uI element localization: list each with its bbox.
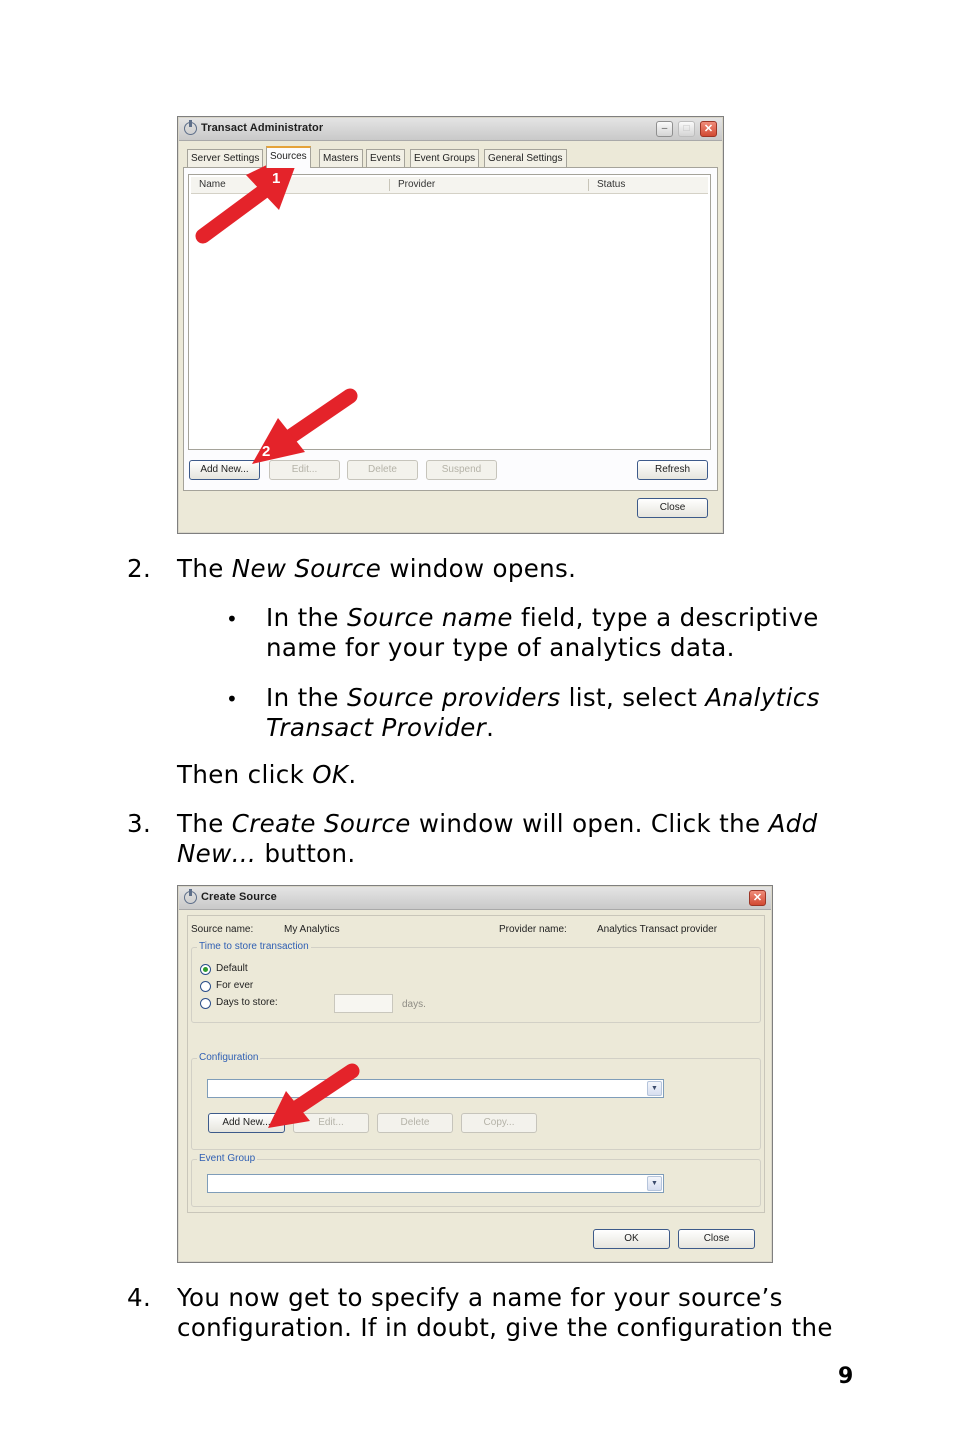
step-number: 2. (127, 554, 152, 583)
chevron-down-icon[interactable]: ▼ (647, 1176, 662, 1191)
maximize-icon[interactable]: □ (678, 121, 695, 137)
bullet-2-line-2: Transact Provider. (266, 713, 495, 742)
minimize-icon[interactable]: – (656, 121, 673, 137)
copy-button[interactable]: Copy... (461, 1113, 537, 1133)
delete-button[interactable]: Delete (347, 460, 418, 480)
then-click-text: Then click OK. (177, 760, 357, 789)
step-3-line-2: New… button. (177, 839, 356, 868)
refresh-button[interactable]: Refresh (637, 460, 708, 480)
callout-number-2: 2 (262, 443, 271, 460)
radio-default-label: Default (216, 963, 248, 974)
event-group-label: Event Group (197, 1153, 258, 1164)
tab-sources[interactable]: Sources (266, 146, 311, 168)
bullet-icon: • (226, 687, 238, 711)
event-group-select[interactable]: ▼ (207, 1174, 664, 1193)
delete-button[interactable]: Delete (377, 1113, 453, 1133)
column-provider[interactable]: Provider (398, 179, 435, 190)
add-new-button[interactable]: Add New... (189, 460, 260, 480)
create-source-window: Create Source ✕ Source name: My Analytic… (177, 885, 773, 1263)
source-name-value: My Analytics (284, 924, 340, 935)
bullet-1-line-2: name for your type of analytics data. (266, 633, 735, 662)
time-to-store-label: Time to store transaction (197, 941, 311, 952)
time-to-store-group: Time to store transaction Default For ev… (191, 941, 761, 1023)
app-icon (184, 120, 197, 135)
configuration-label: Configuration (197, 1052, 261, 1063)
tab-events[interactable]: Events (366, 149, 405, 167)
list-header: Name Provider Status (191, 177, 708, 194)
close-icon[interactable]: ✕ (749, 890, 766, 906)
tab-server-settings[interactable]: Server Settings (187, 149, 264, 167)
radio-days-to-store-label: Days to store: (216, 997, 278, 1008)
event-group-group: Event Group ▼ (191, 1153, 761, 1207)
step-2-text: The New Source window opens. (177, 554, 577, 583)
radio-days-to-store[interactable] (200, 998, 211, 1009)
sources-list[interactable]: Name Provider Status (188, 174, 711, 450)
suspend-button[interactable]: Suspend (426, 460, 497, 480)
chevron-down-icon[interactable]: ▼ (647, 1081, 662, 1096)
edit-button[interactable]: Edit... (269, 460, 340, 480)
bullet-icon: • (226, 607, 238, 631)
column-status[interactable]: Status (597, 179, 625, 190)
step-4-line-2: configuration. If in doubt, give the con… (177, 1313, 833, 1342)
close-button[interactable]: Close (678, 1229, 755, 1249)
radio-default[interactable] (200, 964, 211, 975)
app-icon (184, 889, 197, 904)
tab-event-groups[interactable]: Event Groups (410, 149, 480, 167)
column-name[interactable]: Name (199, 179, 226, 190)
source-name-label: Source name: (191, 924, 254, 935)
add-new-button[interactable]: Add New... (208, 1113, 285, 1133)
close-button[interactable]: Close (637, 498, 708, 518)
days-unit-label: days. (402, 999, 426, 1010)
transact-administrator-window: Transact Administrator – □ ✕ Server Sett… (177, 116, 724, 534)
bullet-1-line-1: In the Source name field, type a descrip… (266, 603, 819, 632)
configuration-group: Configuration ▼ Add New... Edit... Delet… (191, 1052, 761, 1150)
step-number: 3. (127, 809, 152, 838)
configuration-select[interactable]: ▼ (207, 1079, 664, 1098)
create-source-panel: Source name: My Analytics Provider name:… (187, 915, 765, 1213)
bullet-2-line-1: In the Source providers list, select Ana… (266, 683, 820, 712)
radio-for-ever-label: For ever (216, 980, 254, 991)
page-number: 9 (838, 1364, 854, 1389)
window-title: Transact Administrator (201, 122, 324, 134)
radio-for-ever[interactable] (200, 981, 211, 992)
tab-masters[interactable]: Masters (319, 149, 363, 167)
provider-name-value: Analytics Transact provider (597, 924, 718, 935)
close-icon[interactable]: ✕ (700, 121, 717, 137)
title-bar: Create Source ✕ (179, 887, 771, 910)
callout-number-1: 1 (272, 170, 281, 187)
window-title: Create Source (201, 891, 277, 903)
provider-name-label: Provider name: (499, 924, 567, 935)
step-4-line-1: You now get to specify a name for your s… (177, 1283, 783, 1312)
step-3-line-1: The Create Source window will open. Clic… (177, 809, 818, 838)
title-bar: Transact Administrator – □ ✕ (179, 118, 722, 141)
step-number: 4. (127, 1283, 152, 1312)
ok-button[interactable]: OK (593, 1229, 670, 1249)
days-input[interactable] (334, 994, 393, 1013)
edit-button[interactable]: Edit... (293, 1113, 369, 1133)
tab-general-settings[interactable]: General Settings (484, 149, 567, 167)
